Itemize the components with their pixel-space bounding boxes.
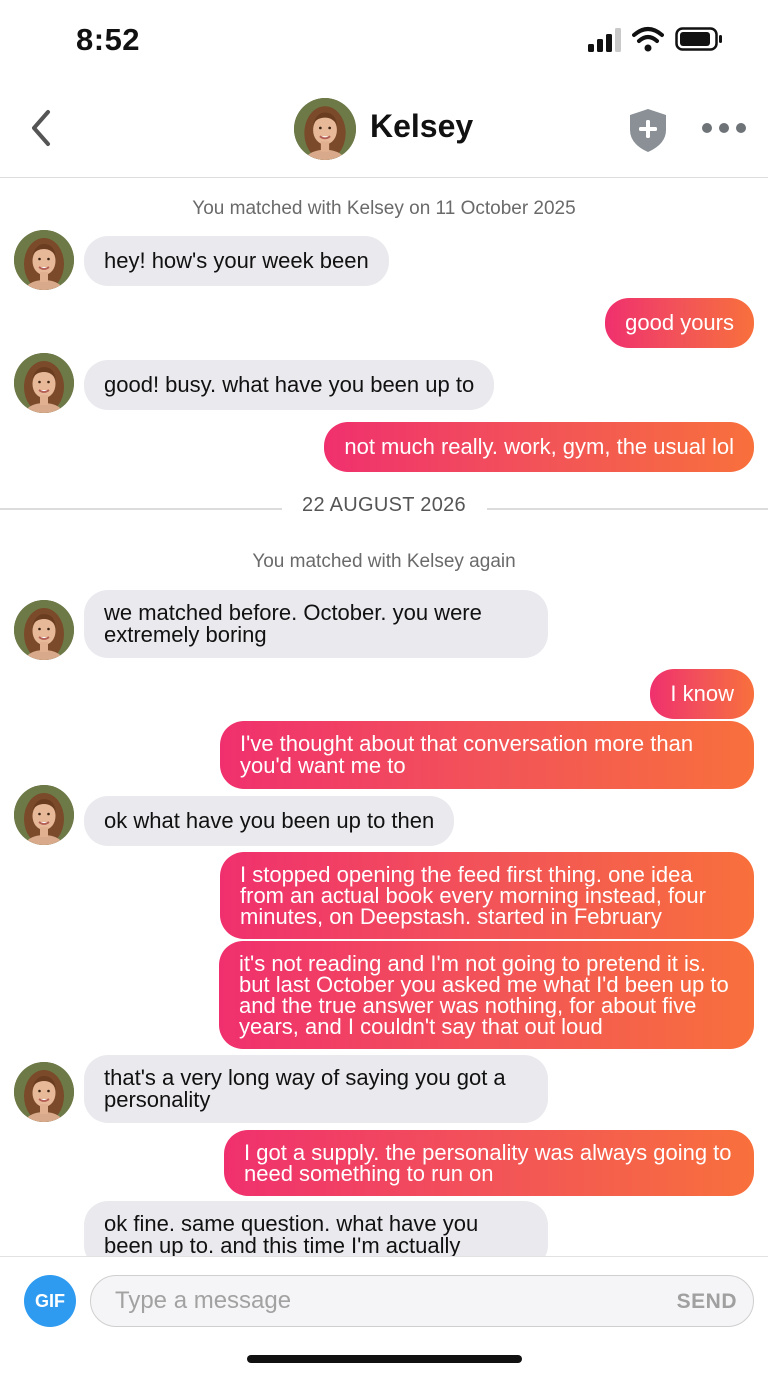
match-note: You matched with Kelsey on 11 October 20… [192, 198, 576, 219]
message-incoming[interactable]: ok fine. same question. what have you be… [84, 1201, 548, 1256]
gif-button[interactable]: GIF [24, 1275, 76, 1327]
message-incoming[interactable]: good! busy. what have you been up to [84, 360, 495, 410]
chevron-left-icon[interactable] [22, 104, 62, 152]
date-separator-label: 22 AUGUST 2026 [302, 494, 466, 516]
more-dots-icon[interactable] [700, 118, 748, 138]
message-outgoing[interactable]: it's not reading and I'm not going to pr… [219, 941, 754, 1049]
message-outgoing[interactable]: I stopped opening the feed first thing. … [220, 852, 754, 939]
contact-name[interactable]: Kelsey [370, 108, 473, 145]
avatar[interactable] [14, 1062, 74, 1122]
chat-header: Kelsey [0, 80, 768, 178]
message-outgoing[interactable]: I've thought about that conversation mor… [220, 721, 754, 789]
avatar[interactable] [14, 230, 74, 290]
message-input-wrapper: SEND [90, 1275, 754, 1327]
avatar[interactable] [14, 353, 74, 413]
battery-icon [675, 27, 722, 51]
message-input[interactable] [115, 1276, 655, 1326]
message-outgoing[interactable]: I know [650, 669, 754, 719]
avatar[interactable] [14, 785, 74, 845]
chat-screen: 8:52 Kelsey You matched with Kelsey on 1… [0, 0, 768, 1376]
message-outgoing[interactable]: I got a supply. the personality was alwa… [224, 1130, 754, 1196]
message-list[interactable]: You matched with Kelsey on 11 October 20… [0, 180, 768, 1256]
wifi-icon [632, 27, 664, 52]
send-button[interactable]: SEND [677, 1290, 737, 1314]
status-time: 8:52 [76, 22, 141, 57]
message-incoming[interactable]: hey! how's your week been [84, 236, 389, 286]
message-incoming[interactable]: that's a very long way of saying you got… [84, 1055, 548, 1123]
match-note: You matched with Kelsey again [252, 551, 516, 572]
date-separator: 22 AUGUST 2026 [0, 494, 768, 524]
message-outgoing[interactable]: not much really. work, gym, the usual lo… [324, 422, 754, 472]
message-incoming[interactable]: we matched before. October. you were ext… [84, 590, 548, 658]
home-indicator[interactable] [247, 1355, 522, 1363]
avatar[interactable] [14, 600, 74, 660]
message-incoming[interactable]: ok what have you been up to then [84, 796, 455, 846]
shield-plus-icon[interactable] [626, 106, 670, 154]
status-bar: 8:52 [0, 0, 768, 80]
message-outgoing[interactable]: good yours [605, 298, 754, 348]
header-avatar[interactable] [294, 98, 356, 160]
message-composer: GIF SEND [0, 1256, 768, 1376]
cellular-signal-icon [588, 28, 621, 52]
